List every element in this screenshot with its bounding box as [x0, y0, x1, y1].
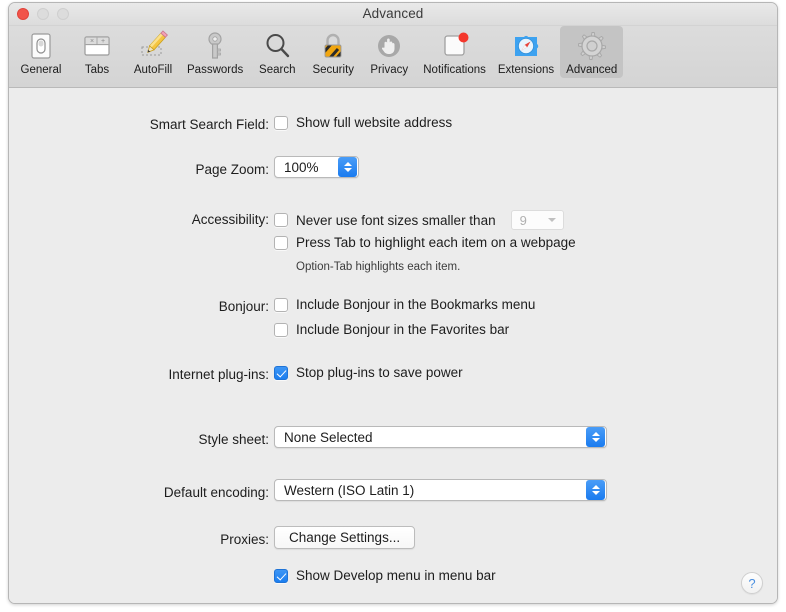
- key-icon: [197, 29, 233, 63]
- show-develop-menu-checkbox[interactable]: [274, 568, 288, 583]
- toolbar-item-label: Privacy: [370, 64, 409, 76]
- preferences-content: Smart Search Field: Show full website ad…: [9, 88, 777, 603]
- min-font-size-checkbox[interactable]: [274, 213, 288, 227]
- min-font-size-combo: 9: [510, 210, 564, 230]
- stop-plugins-checkbox-row[interactable]: Stop plug-ins to save power: [274, 365, 463, 380]
- popup-arrows-icon[interactable]: [586, 480, 605, 500]
- bonjour-favorites-label: Include Bonjour in the Favorites bar: [296, 322, 510, 337]
- default-encoding-popup[interactable]: Western (ISO Latin 1): [274, 479, 607, 501]
- show-full-address-checkbox-row[interactable]: Show full website address: [274, 115, 452, 130]
- min-font-size-checkbox-row[interactable]: Never use font sizes smaller than 9: [274, 210, 564, 230]
- change-settings-button[interactable]: Change Settings...: [274, 526, 416, 549]
- svg-text:+: +: [101, 38, 105, 45]
- hand-icon: [371, 29, 407, 63]
- bonjour-bookmarks-checkbox-row[interactable]: Include Bonjour in the Bookmarks menu: [274, 297, 535, 312]
- accessibility-label: Accessibility:: [191, 212, 269, 227]
- show-develop-menu-checkbox-row[interactable]: Show Develop menu in menu bar: [274, 568, 496, 583]
- toolbar-item-tabs[interactable]: × + Tabs: [69, 26, 125, 78]
- min-font-size-label: Never use font sizes smaller than: [296, 212, 496, 228]
- style-sheet-popup[interactable]: None Selected: [274, 426, 607, 448]
- toolbar-item-autofill[interactable]: AutoFill: [125, 26, 181, 78]
- proxies-label: Proxies:: [220, 532, 269, 547]
- bonjour-favorites-checkbox[interactable]: [274, 322, 288, 337]
- help-button[interactable]: ?: [741, 572, 763, 594]
- toolbar-item-extensions[interactable]: Extensions: [492, 26, 560, 78]
- puzzle-compass-icon: [508, 29, 544, 63]
- bonjour-bookmarks-checkbox[interactable]: [274, 297, 288, 312]
- tab-highlight-label: Press Tab to highlight each item on a we…: [296, 235, 576, 250]
- bonjour-label: Bonjour:: [218, 299, 269, 314]
- toolbar-item-security[interactable]: Security: [305, 26, 361, 78]
- tab-highlight-checkbox[interactable]: [274, 235, 288, 250]
- window-titlebar: Advanced: [9, 3, 777, 26]
- window-title: Advanced: [362, 6, 424, 21]
- tab-highlight-checkbox-row[interactable]: Press Tab to highlight each item on a we…: [274, 235, 576, 250]
- toolbar-item-label: Passwords: [187, 64, 244, 76]
- toolbar-item-search[interactable]: Search: [249, 26, 305, 78]
- show-full-address-label: Show full website address: [296, 115, 453, 130]
- page-zoom-value: 100%: [284, 159, 319, 175]
- toolbar-item-label: Extensions: [497, 64, 555, 76]
- lock-icon: [315, 29, 351, 63]
- general-icon: [23, 29, 59, 63]
- bonjour-favorites-checkbox-row[interactable]: Include Bonjour in the Favorites bar: [274, 322, 509, 337]
- page-zoom-label: Page Zoom:: [195, 162, 269, 177]
- style-sheet-value: None Selected: [284, 429, 373, 445]
- chevron-down-icon: [547, 218, 556, 222]
- page-zoom-popup[interactable]: 100%: [274, 156, 359, 178]
- toolbar-item-general[interactable]: General: [13, 26, 69, 78]
- autofill-icon: [135, 29, 171, 63]
- show-develop-menu-label: Show Develop menu in menu bar: [296, 568, 496, 583]
- magnifier-icon: [259, 29, 295, 63]
- svg-text:×: ×: [90, 38, 94, 45]
- tabs-icon: × +: [79, 29, 115, 63]
- style-sheet-label: Style sheet:: [198, 432, 269, 447]
- toolbar-item-label: Advanced: [566, 64, 618, 76]
- toolbar-item-notifications[interactable]: Notifications: [417, 26, 492, 78]
- default-encoding-value: Western (ISO Latin 1): [284, 482, 415, 498]
- notifications-icon: [437, 29, 473, 63]
- gear-icon: [574, 29, 610, 63]
- stepper-arrows-icon[interactable]: [338, 157, 357, 177]
- show-full-address-checkbox[interactable]: [274, 115, 288, 130]
- toolbar-item-passwords[interactable]: Passwords: [181, 26, 249, 78]
- stop-plugins-label: Stop plug-ins to save power: [296, 365, 463, 380]
- preferences-toolbar: General × + Tabs AutoFill Passwords Sear…: [9, 26, 777, 88]
- popup-arrows-icon[interactable]: [586, 427, 605, 447]
- toolbar-item-label: Search: [259, 64, 296, 76]
- accessibility-hint: Option-Tab highlights each item.: [296, 261, 461, 273]
- toolbar-item-label: AutoFill: [133, 64, 173, 76]
- smart-search-field-label: Smart Search Field:: [149, 117, 269, 132]
- toolbar-item-label: Security: [312, 64, 355, 76]
- bonjour-bookmarks-label: Include Bonjour in the Bookmarks menu: [296, 297, 536, 312]
- min-font-size-value: 9: [519, 212, 527, 228]
- default-encoding-label: Default encoding:: [163, 485, 269, 500]
- stop-plugins-checkbox[interactable]: [274, 365, 288, 380]
- toolbar-item-label: General: [20, 64, 62, 76]
- toolbar-item-advanced[interactable]: Advanced: [560, 26, 624, 78]
- toolbar-item-label: Notifications: [423, 64, 486, 76]
- toolbar-item-privacy[interactable]: Privacy: [361, 26, 417, 78]
- toolbar-item-label: Tabs: [84, 64, 110, 76]
- preferences-window: Advanced General × + Tabs AutoFill Passw…: [8, 2, 778, 604]
- internet-plugins-label: Internet plug-ins:: [168, 367, 269, 382]
